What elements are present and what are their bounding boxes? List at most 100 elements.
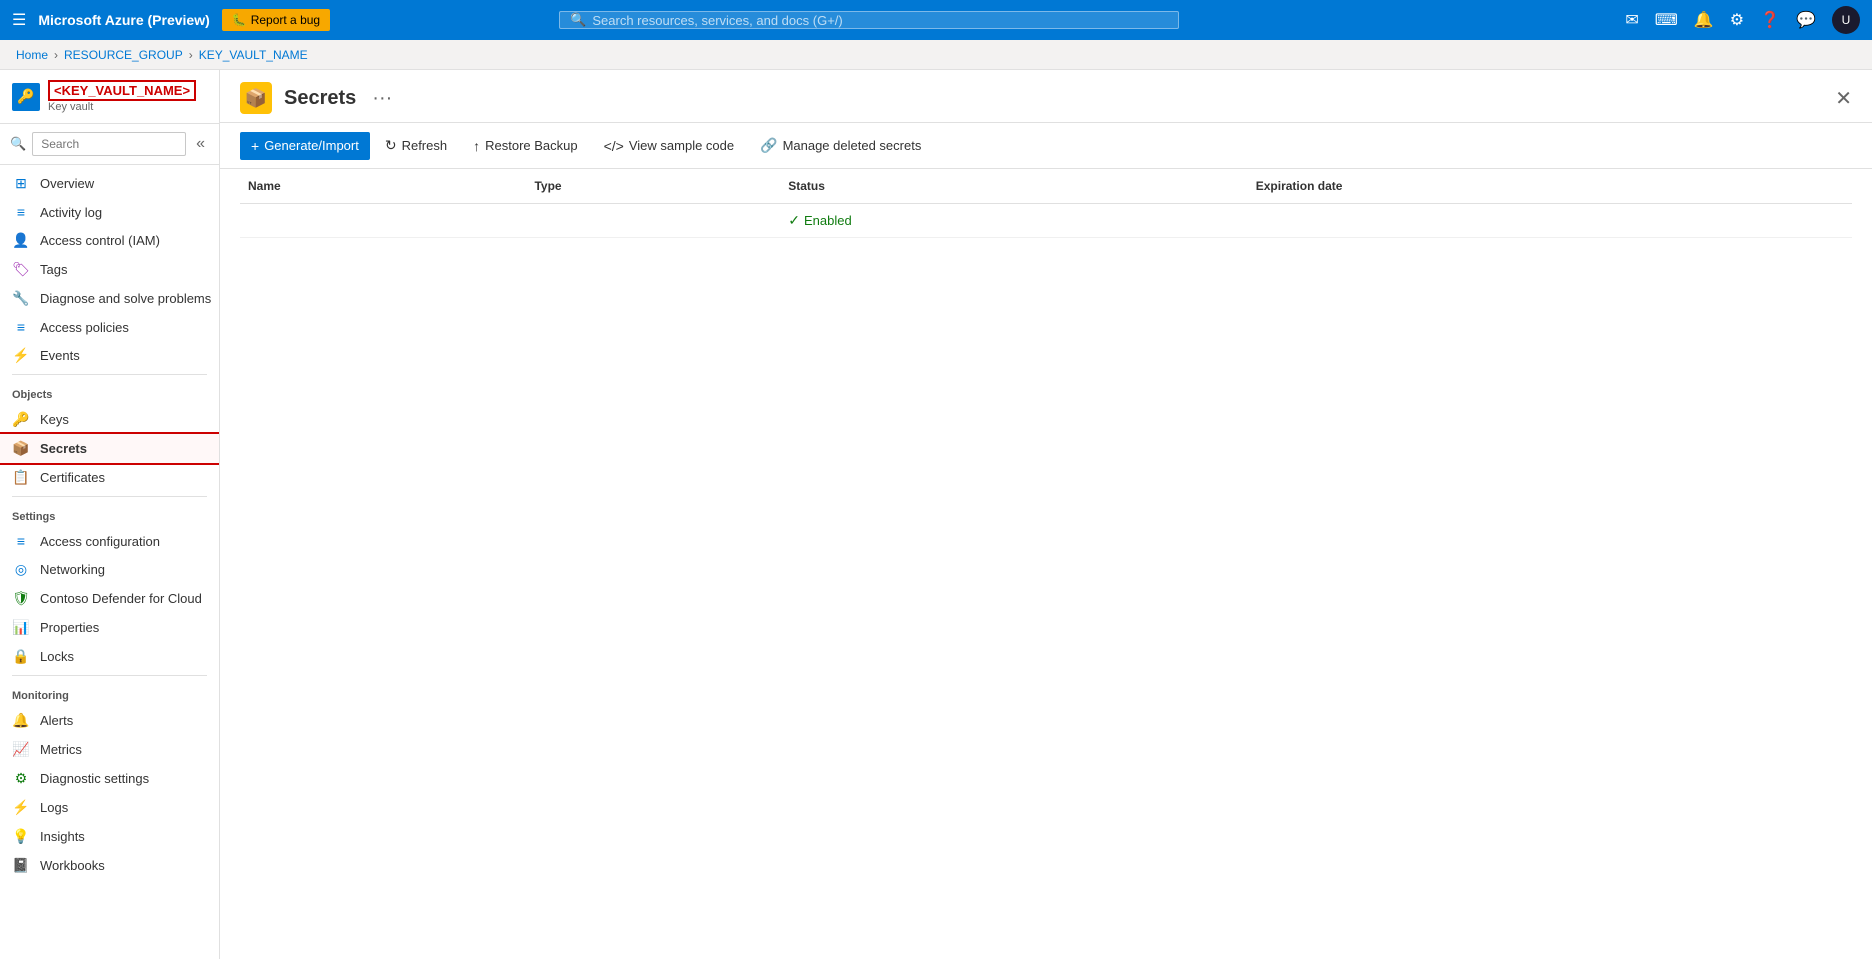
restore-backup-button[interactable]: ↑ Restore Backup: [462, 132, 589, 160]
sidebar-item-diagnose[interactable]: 🔧 Diagnose and solve problems: [0, 284, 219, 313]
sidebar-item-overview[interactable]: ⊞ Overview: [0, 169, 219, 198]
activity-log-label: Activity log: [40, 205, 102, 220]
sidebar-item-access-control[interactable]: 👤 Access control (IAM): [0, 226, 219, 255]
col-expiration[interactable]: Expiration date: [1248, 169, 1852, 204]
view-sample-code-button[interactable]: </> View sample code: [593, 132, 746, 160]
manage-deleted-label: Manage deleted secrets: [783, 138, 922, 153]
sidebar-item-keys[interactable]: 🔑 Keys: [0, 405, 219, 434]
col-status[interactable]: Status: [780, 169, 1248, 204]
breadcrumb-resource-group[interactable]: RESOURCE_GROUP: [64, 48, 183, 62]
resource-name[interactable]: <KEY_VAULT_NAME>: [48, 80, 196, 101]
locks-icon: 🔒: [12, 648, 30, 665]
insights-label: Insights: [40, 829, 85, 844]
content-area: 📦 Secrets ··· ✕ + Generate/Import ↻ Refr…: [220, 70, 1872, 959]
sidebar-item-tags[interactable]: 🏷 Tags: [0, 255, 219, 284]
feedback-icon[interactable]: 💬: [1796, 10, 1816, 30]
logs-icon: ⚡: [12, 799, 30, 816]
sidebar-item-access-policies[interactable]: ≡ Access policies: [0, 313, 219, 341]
sidebar-search-input[interactable]: [32, 132, 186, 156]
global-search-input[interactable]: [592, 13, 1168, 28]
refresh-button[interactable]: ↻ Refresh: [374, 131, 458, 160]
alerts-icon: 🔔: [12, 712, 30, 729]
defender-icon: 🛡: [12, 590, 30, 607]
properties-icon: 📊: [12, 619, 30, 636]
help-icon[interactable]: ❓: [1760, 10, 1780, 30]
app-title: Microsoft Azure (Preview): [38, 12, 209, 28]
workbooks-icon: 📓: [12, 857, 30, 874]
global-search[interactable]: 🔍: [559, 11, 1179, 29]
sidebar-search-area: 🔍 «: [0, 124, 219, 165]
networking-icon: ◎: [12, 561, 30, 578]
access-control-icon: 👤: [12, 232, 30, 249]
bug-icon: 🐛: [232, 13, 247, 27]
table-row[interactable]: ✓ Enabled: [240, 204, 1852, 238]
sidebar-item-secrets[interactable]: 📦 Secrets: [0, 434, 219, 463]
report-bug-label: Report a bug: [251, 13, 320, 27]
sidebar-item-locks[interactable]: 🔒 Locks: [0, 642, 219, 671]
settings-section-header: Settings: [0, 501, 219, 527]
monitoring-divider: [12, 675, 207, 676]
email-icon[interactable]: ✉: [1625, 10, 1638, 30]
logs-label: Logs: [40, 800, 68, 815]
cloud-shell-icon[interactable]: ⌨: [1655, 10, 1678, 30]
breadcrumb-key-vault[interactable]: KEY_VAULT_NAME: [199, 48, 308, 62]
report-bug-button[interactable]: 🐛 Report a bug: [222, 9, 330, 31]
diagnose-icon: 🔧: [12, 290, 30, 307]
access-policies-icon: ≡: [12, 319, 30, 335]
access-config-icon: ≡: [12, 533, 30, 549]
overview-icon: ⊞: [12, 175, 30, 192]
certificates-icon: 📋: [12, 469, 30, 486]
tags-label: Tags: [40, 262, 67, 277]
close-button[interactable]: ✕: [1835, 86, 1852, 111]
sidebar-item-activity-log[interactable]: ≡ Activity log: [0, 198, 219, 226]
page-header-icon: 📦: [240, 82, 272, 114]
sidebar-item-events[interactable]: ⚡ Events: [0, 341, 219, 370]
secrets-table: Name Type Status Expiration date ✓ Enabl…: [240, 169, 1852, 238]
sidebar-item-insights[interactable]: 💡 Insights: [0, 822, 219, 851]
cell-name[interactable]: [240, 204, 526, 238]
sidebar-navigation: ⊞ Overview ≡ Activity log 👤 Access contr…: [0, 165, 219, 959]
manage-deleted-secrets-button[interactable]: 🔗 Manage deleted secrets: [749, 131, 932, 160]
diagnostic-label: Diagnostic settings: [40, 771, 149, 786]
sidebar-item-networking[interactable]: ◎ Networking: [0, 555, 219, 584]
hamburger-icon[interactable]: ☰: [12, 10, 26, 30]
top-navigation-bar: ☰ Microsoft Azure (Preview) 🐛 Report a b…: [0, 0, 1872, 40]
notifications-icon[interactable]: 🔔: [1694, 10, 1714, 30]
sidebar-item-properties[interactable]: 📊 Properties: [0, 613, 219, 642]
settings-icon[interactable]: ⚙: [1730, 10, 1744, 30]
sidebar-item-alerts[interactable]: 🔔 Alerts: [0, 706, 219, 735]
sidebar-item-access-configuration[interactable]: ≡ Access configuration: [0, 527, 219, 555]
page-header: 📦 Secrets ··· ✕: [220, 70, 1872, 123]
certificates-label: Certificates: [40, 470, 105, 485]
page-title: Secrets: [284, 87, 356, 110]
sidebar-collapse-button[interactable]: «: [192, 133, 209, 155]
sidebar-item-diagnostic-settings[interactable]: ⚙ Diagnostic settings: [0, 764, 219, 793]
generate-import-label: Generate/Import: [264, 138, 359, 153]
avatar[interactable]: U: [1832, 6, 1860, 34]
breadcrumb-home[interactable]: Home: [16, 48, 48, 62]
properties-label: Properties: [40, 620, 99, 635]
resource-subtitle: Key vault: [48, 101, 196, 113]
secrets-table-container: Name Type Status Expiration date ✓ Enabl…: [220, 169, 1872, 959]
workbooks-label: Workbooks: [40, 858, 105, 873]
generate-import-button[interactable]: + Generate/Import: [240, 132, 370, 160]
tags-icon: 🏷: [12, 261, 30, 278]
sidebar-item-metrics[interactable]: 📈 Metrics: [0, 735, 219, 764]
col-name[interactable]: Name: [240, 169, 526, 204]
col-type[interactable]: Type: [526, 169, 780, 204]
sidebar-item-certificates[interactable]: 📋 Certificates: [0, 463, 219, 492]
breadcrumb: Home › RESOURCE_GROUP › KEY_VAULT_NAME: [0, 40, 1872, 70]
view-sample-code-label: View sample code: [629, 138, 734, 153]
secrets-page-icon: 📦: [245, 88, 267, 109]
more-options-button[interactable]: ···: [372, 87, 392, 110]
main-container: 🔑 <KEY_VAULT_NAME> Key vault 🔍 « ⊞ Overv…: [0, 70, 1872, 959]
restore-backup-icon: ↑: [473, 138, 480, 154]
sidebar-item-workbooks[interactable]: 📓 Workbooks: [0, 851, 219, 880]
cell-type: [526, 204, 780, 238]
settings-divider: [12, 496, 207, 497]
locks-label: Locks: [40, 649, 74, 664]
sidebar: 🔑 <KEY_VAULT_NAME> Key vault 🔍 « ⊞ Overv…: [0, 70, 220, 959]
sidebar-item-logs[interactable]: ⚡ Logs: [0, 793, 219, 822]
activity-log-icon: ≡: [12, 204, 30, 220]
sidebar-item-defender[interactable]: 🛡 Contoso Defender for Cloud: [0, 584, 219, 613]
